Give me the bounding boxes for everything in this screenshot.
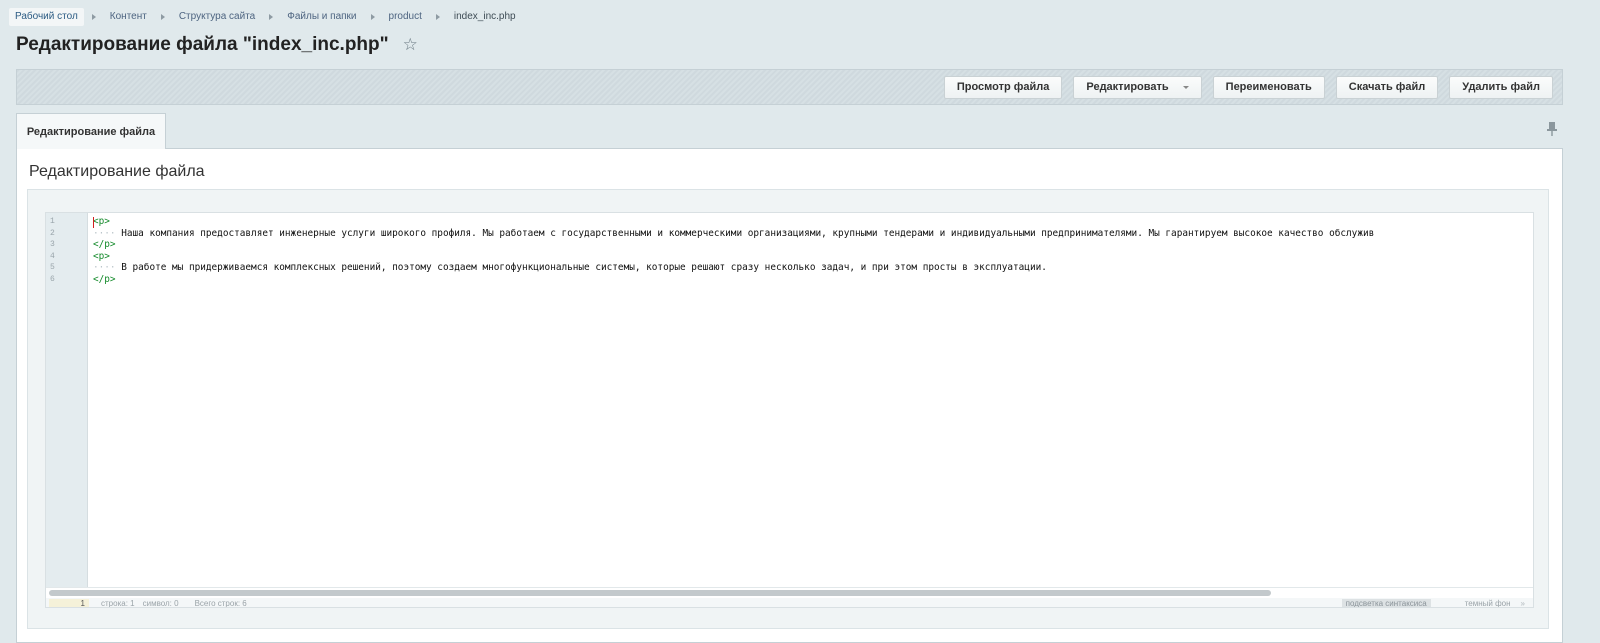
code-line: ···· Наша компания предоставляет инженер… <box>93 228 1374 240</box>
view-file-label: Просмотр файла <box>956 81 1050 93</box>
content-panel: Редактирование файла 1 2 3 4 5 6 <p> ···… <box>16 149 1563 643</box>
toolbar: Просмотр файла Редактировать Переименова… <box>16 69 1563 105</box>
rename-label: Переименовать <box>1225 81 1312 93</box>
code-line: ···· В работе мы придерживаемся комплекс… <box>93 262 1047 274</box>
code-line: </p> <box>93 239 116 251</box>
breadcrumb-item-current-file: index_inc.php <box>453 11 516 22</box>
breadcrumb-separator-icon <box>91 14 96 20</box>
code-tag: <p> <box>93 216 110 227</box>
dark-theme-toggle[interactable]: темный фон <box>1465 599 1511 607</box>
code-line: </p> <box>93 274 116 286</box>
breadcrumb-item-desktop[interactable]: Рабочий стол <box>9 8 84 26</box>
line-number: 3 <box>50 240 55 249</box>
page-title: Редактирование файла "index_inc.php" ☆ <box>16 34 418 56</box>
text-cursor <box>93 217 94 228</box>
code-tag: </p> <box>93 239 116 250</box>
pin-icon[interactable] <box>1545 121 1559 137</box>
indent-dots: ···· <box>93 262 116 273</box>
statusbar-controls: подсветка синтаксиса темный фон » <box>1341 598 1533 607</box>
code-area[interactable]: <p> ···· Наша компания предоставляет инж… <box>93 213 1533 587</box>
breadcrumb-item-content[interactable]: Контент <box>104 8 153 26</box>
symbol-position: символ: 0 <box>142 599 179 608</box>
download-label: Скачать файл <box>1348 81 1426 93</box>
breadcrumb-item-product[interactable]: product <box>383 8 428 26</box>
horizontal-scrollbar[interactable] <box>46 587 1533 597</box>
code-tag: </p> <box>93 273 116 285</box>
star-icon[interactable]: ☆ <box>403 35 418 55</box>
edit-label: Редактировать <box>1086 81 1169 93</box>
expand-icon[interactable]: » <box>1521 599 1525 607</box>
code-editor[interactable]: 1 2 3 4 5 6 <p> ···· Наша компания предо… <box>45 212 1534 608</box>
breadcrumb-separator-icon <box>435 14 440 20</box>
breadcrumb-separator-icon <box>370 14 375 20</box>
breadcrumb-item-files-folders[interactable]: Файлы и папки <box>281 8 362 26</box>
line-number-gutter: 1 2 3 4 5 6 <box>46 213 88 587</box>
delete-label: Удалить файл <box>1462 81 1540 93</box>
code-text: Наша компания предоставляет инженерные у… <box>121 227 1375 239</box>
breadcrumb-separator-icon <box>160 14 165 20</box>
breadcrumb-separator-icon <box>269 14 274 20</box>
chevron-down-icon <box>1182 85 1189 89</box>
total-lines: Всего строк: 6 <box>194 599 247 608</box>
view-file-button[interactable]: Просмотр файла <box>943 75 1063 99</box>
tabs-bar: Редактирование файла <box>16 113 1563 150</box>
line-number: 5 <box>50 263 55 272</box>
current-line-indicator: 1 <box>49 599 89 607</box>
line-number: 4 <box>50 251 55 261</box>
tab-edit-file[interactable]: Редактирование файла <box>16 113 166 150</box>
line-position: строка: 1 <box>101 599 135 608</box>
line-number: 2 <box>50 228 55 238</box>
code-text: В работе мы придерживаемся комплексных р… <box>121 262 1047 273</box>
line-number: 6 <box>50 274 55 284</box>
indent-dots: ···· <box>93 227 116 239</box>
syntax-highlight-toggle[interactable]: подсветка синтаксиса <box>1341 599 1431 607</box>
editor-statusbar: 1 строка: 1 символ: 0 Всего строк: 6 под… <box>46 598 1533 608</box>
code-tag: <p> <box>93 250 110 262</box>
breadcrumb: Рабочий стол Контент Структура сайта Фай… <box>9 8 522 26</box>
scrollbar-thumb[interactable] <box>49 590 1271 596</box>
page-title-text: Редактирование файла "index_inc.php" <box>16 34 389 55</box>
download-file-button[interactable]: Скачать файл <box>1335 75 1439 99</box>
line-number: 1 <box>50 217 55 226</box>
editor-frame: 1 2 3 4 5 6 <p> ···· Наша компания предо… <box>27 189 1549 629</box>
code-line: <p> <box>93 251 110 263</box>
edit-dropdown-button[interactable]: Редактировать <box>1073 75 1202 99</box>
rename-button[interactable]: Переименовать <box>1212 75 1325 99</box>
breadcrumb-item-site-structure[interactable]: Структура сайта <box>173 8 261 26</box>
code-line: <p> <box>93 216 110 228</box>
delete-file-button[interactable]: Удалить файл <box>1449 75 1553 99</box>
panel-heading: Редактирование файла <box>29 163 205 180</box>
